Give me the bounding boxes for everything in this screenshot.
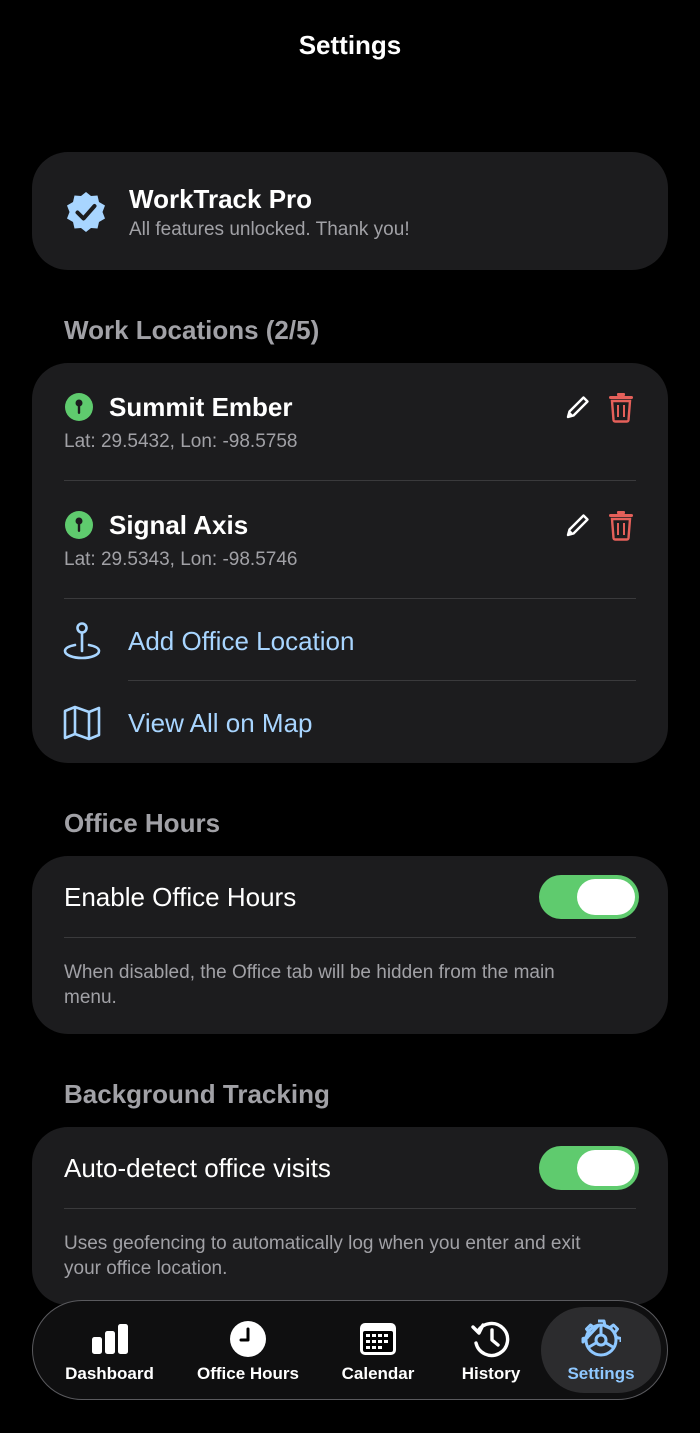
location-row: Summit Ember Lat: 29.5432, Lon: -98.5758 (32, 363, 668, 481)
tab-label: Calendar (341, 1364, 415, 1383)
tab-bar: Dashboard Office Hours Calendar History … (32, 1300, 668, 1400)
background-tracking-description: Uses geofencing to automatically log whe… (64, 1233, 581, 1279)
background-tracking-card: Auto-detect office visits Uses geofencin… (32, 1127, 668, 1305)
location-pin-icon (63, 622, 101, 660)
divider (64, 1208, 636, 1209)
work-locations-card: Summit Ember Lat: 29.5432, Lon: -98.5758 (32, 363, 668, 763)
toggle-knob (577, 879, 635, 915)
tab-label: Office Hours (196, 1364, 300, 1383)
tab-settings[interactable]: Settings (541, 1307, 661, 1393)
background-tracking-header: Background Tracking (64, 1079, 330, 1109)
add-office-location-button[interactable]: Add Office Location (32, 601, 668, 681)
office-hours-header: Office Hours (64, 808, 221, 838)
auto-detect-toggle[interactable] (539, 1146, 639, 1190)
location-name: Summit Ember (109, 392, 293, 422)
gear-icon (581, 1319, 621, 1357)
add-office-location-label: Add Office Location (128, 626, 355, 656)
office-hours-description: When disabled, the Office tab will be hi… (64, 962, 555, 1008)
bar-chart-icon (91, 1324, 128, 1354)
location-name: Signal Axis (109, 510, 249, 540)
tab-history[interactable]: History (441, 1301, 541, 1399)
work-locations-header: Work Locations (2/5) (64, 315, 320, 345)
auto-detect-label: Auto-detect office visits (64, 1153, 331, 1183)
calendar-icon (360, 1323, 396, 1355)
pencil-icon[interactable] (564, 393, 592, 421)
pro-subtitle: All features unlocked. Thank you! (129, 219, 410, 240)
location-coords: Lat: 29.5432, Lon: -98.5758 (64, 431, 298, 452)
verified-badge-icon (67, 192, 105, 232)
tab-label: History (461, 1364, 521, 1383)
divider (128, 680, 636, 681)
tab-label: Dashboard (65, 1364, 154, 1383)
pro-status-card: WorkTrack Pro All features unlocked. Tha… (32, 152, 668, 270)
view-all-on-map-label: View All on Map (128, 708, 313, 738)
divider (64, 937, 636, 938)
enable-office-hours-toggle[interactable] (539, 875, 639, 919)
tab-dashboard[interactable]: Dashboard (43, 1301, 176, 1399)
view-all-on-map-button[interactable]: View All on Map (32, 683, 668, 763)
tab-label: Settings (567, 1364, 635, 1383)
office-hours-card: Enable Office Hours When disabled, the O… (32, 856, 668, 1034)
pin-icon (65, 393, 93, 421)
pro-title: WorkTrack Pro (129, 184, 313, 214)
divider (64, 598, 636, 599)
enable-office-hours-label: Enable Office Hours (64, 882, 297, 912)
trash-icon[interactable] (607, 391, 635, 423)
toggle-knob (577, 1150, 635, 1186)
history-icon (471, 1321, 510, 1358)
page-title: Settings (298, 30, 402, 60)
location-row: Signal Axis Lat: 29.5343, Lon: -98.5746 (32, 481, 668, 599)
settings-screen: Settings WorkTrack Pro All features unlo… (0, 0, 700, 1433)
clock-icon (230, 1321, 266, 1357)
tab-calendar[interactable]: Calendar (319, 1301, 437, 1399)
location-coords: Lat: 29.5343, Lon: -98.5746 (64, 549, 298, 570)
trash-icon[interactable] (607, 509, 635, 541)
pin-icon (65, 511, 93, 539)
tab-office-hours[interactable]: Office Hours (180, 1301, 316, 1399)
pencil-icon[interactable] (564, 511, 592, 539)
map-icon (63, 705, 101, 741)
